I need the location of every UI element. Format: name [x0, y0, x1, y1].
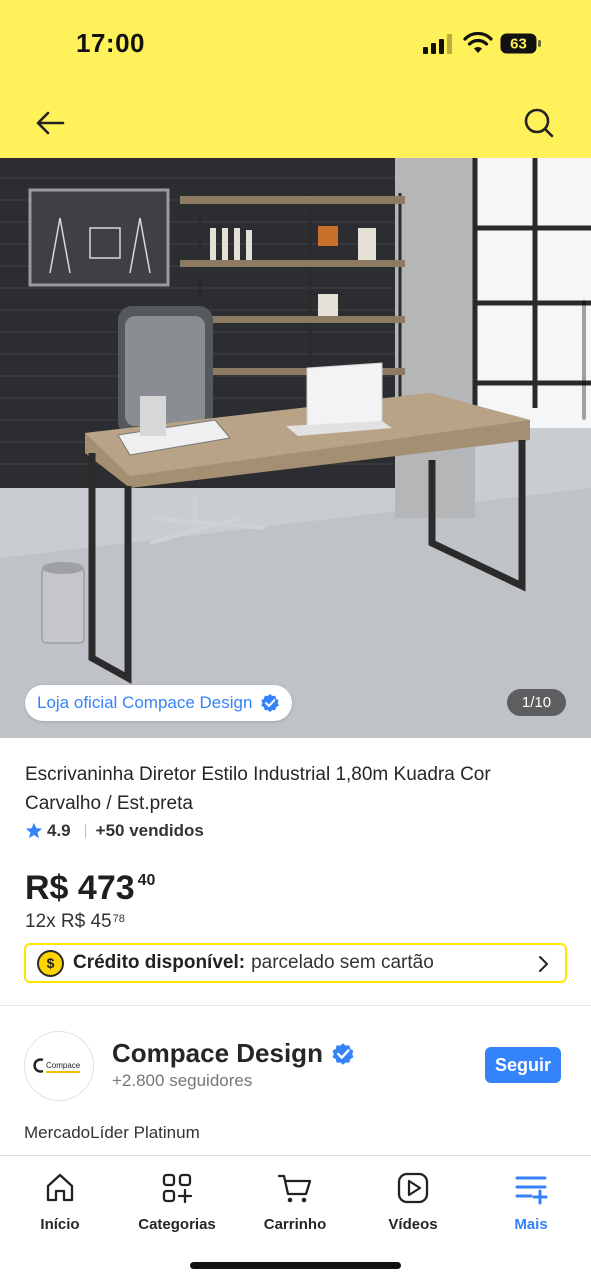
top-header: 17:00 63 — [0, 0, 591, 158]
nav-item-inicio[interactable]: Início — [10, 1170, 110, 1233]
categories-icon — [162, 1173, 193, 1204]
wifi-icon — [463, 31, 493, 53]
credit-label: Crédito disponível: — [73, 952, 246, 973]
search-button[interactable] — [516, 100, 562, 146]
verified-icon — [261, 694, 280, 712]
verified-icon — [332, 1042, 354, 1065]
sold-count: +50 vendidos — [95, 821, 204, 840]
scroll-indicator — [582, 300, 586, 420]
credit-description: parcelado sem cartão — [251, 952, 434, 973]
chevron-right-icon — [539, 956, 548, 972]
rating-separator — [84, 824, 86, 838]
installments: 12x R$ 45 78 — [25, 911, 125, 933]
installments-main: 12x R$ 45 — [25, 911, 112, 932]
follow-button[interactable]: Seguir — [485, 1047, 561, 1083]
star-icon — [25, 822, 43, 839]
nav-label-categorias: Categorias — [138, 1216, 216, 1233]
home-indicator — [190, 1262, 401, 1269]
section-divider — [0, 1005, 591, 1006]
nav-item-categorias[interactable]: Categorias — [127, 1170, 227, 1233]
search-icon — [524, 108, 554, 138]
home-icon — [46, 1173, 74, 1202]
battery-level: 63 — [510, 36, 527, 53]
nav-label-carrinho: Carrinho — [263, 1216, 327, 1233]
arrow-left-icon — [36, 111, 65, 135]
cellular-signal-icon — [423, 34, 452, 54]
rating-score: 4.9 — [47, 821, 71, 840]
image-counter: 1/10 — [507, 689, 566, 716]
seller-logo-text: Compace — [46, 1061, 81, 1070]
price: R$ 473 40 — [25, 868, 155, 908]
nav-label-videos: Vídeos — [388, 1216, 438, 1233]
credit-banner[interactable]: $ Crédito disponível: parcelado sem cart… — [24, 943, 567, 983]
nav-item-carrinho[interactable]: Carrinho — [245, 1170, 345, 1233]
nav-label-mais: Mais — [514, 1216, 548, 1233]
seller-logo[interactable]: Compace — [24, 1031, 94, 1101]
product-image[interactable] — [0, 158, 591, 738]
compace-logo: Compace — [33, 1058, 81, 1073]
installments-cents: 78 — [112, 913, 125, 925]
price-main: R$ 473 — [25, 869, 135, 907]
coin-icon: $ — [37, 949, 64, 977]
nav-label-inicio: Início — [40, 1216, 80, 1233]
product-title: Escrivaninha Diretor Estilo Industrial 1… — [25, 764, 491, 814]
product-photo — [0, 158, 591, 738]
official-store-label: Loja oficial Compace Design — [37, 693, 253, 712]
menu-plus-icon — [515, 1176, 548, 1205]
cart-icon — [277, 1174, 312, 1203]
seller-level: MercadoLíder Platinum — [24, 1123, 200, 1142]
seller-name: Compace Design — [112, 1038, 323, 1068]
seller-followers: +2.800 seguidores — [112, 1071, 253, 1090]
back-button[interactable] — [28, 102, 72, 146]
nav-item-videos[interactable]: Vídeos — [363, 1170, 463, 1233]
official-store-badge[interactable]: Loja oficial Compace Design — [25, 685, 293, 721]
rating-row[interactable]: 4.9 +50 vendidos — [25, 820, 204, 842]
video-icon — [397, 1172, 429, 1204]
nav-item-mais[interactable]: Mais — [481, 1170, 581, 1233]
seller-name-row[interactable]: Compace Design — [112, 1038, 355, 1069]
battery-icon: 63 — [500, 33, 542, 54]
price-cents: 40 — [137, 872, 156, 889]
product-screen: 17:00 63 Loja oficial Compace Design 1/1… — [0, 0, 591, 1280]
status-time: 17:00 — [76, 28, 145, 58]
